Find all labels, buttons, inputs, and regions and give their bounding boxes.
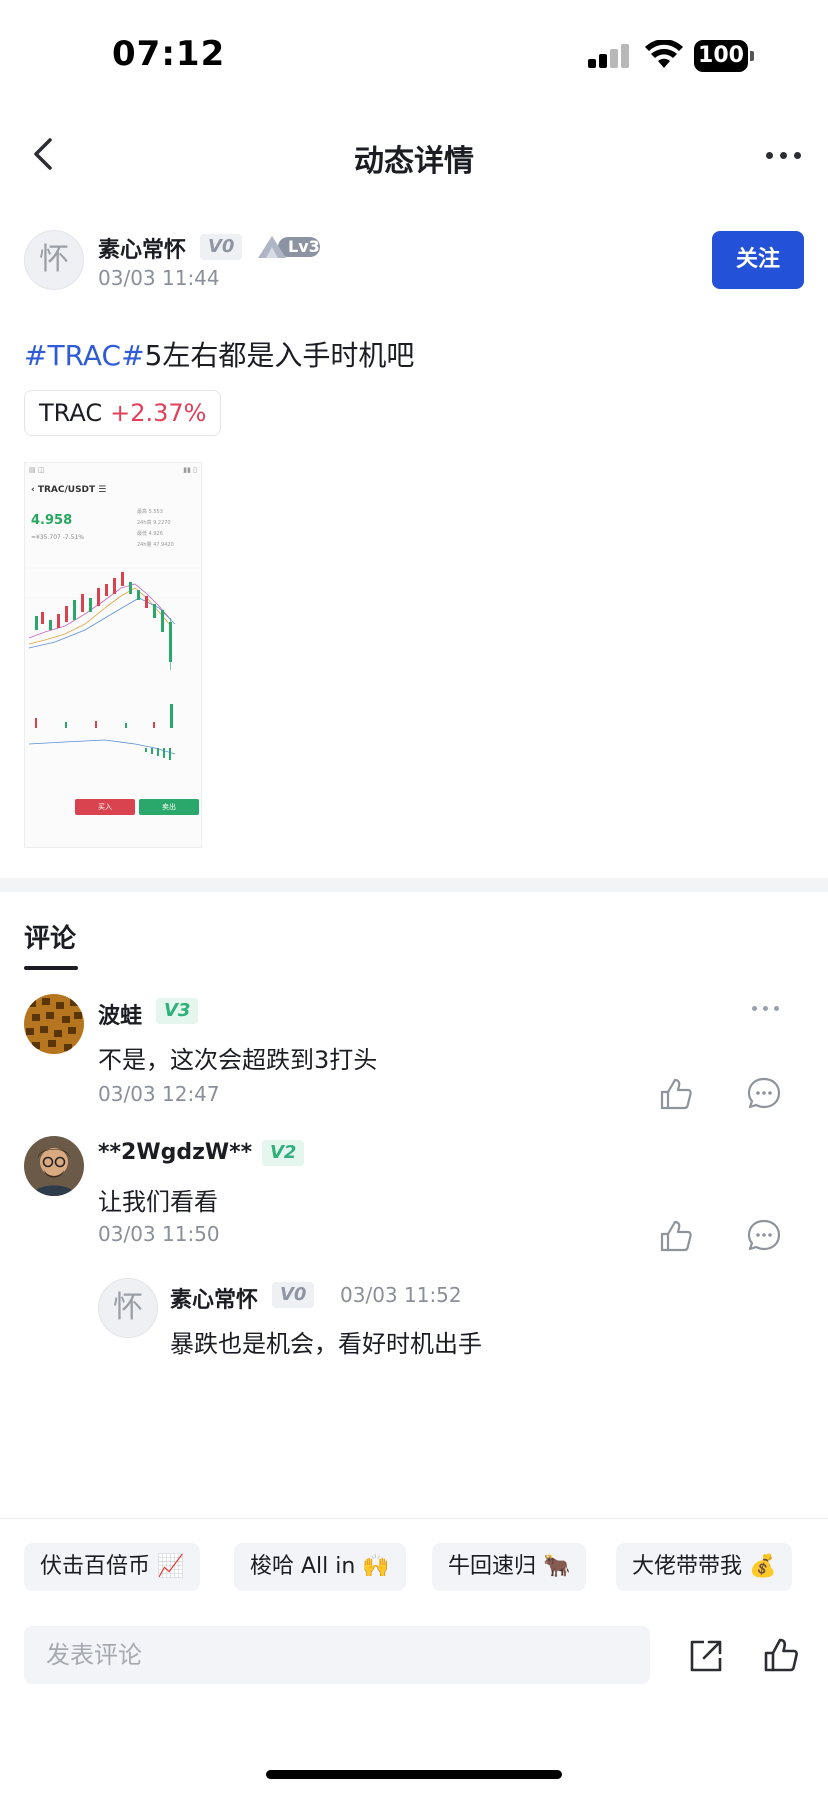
nav-bar: 动态详情 — [0, 120, 828, 192]
thumb-candlestick-chart — [25, 567, 201, 760]
thumb-candles — [35, 572, 172, 670]
reply-bubble-icon[interactable] — [746, 1218, 782, 1254]
reply-avatar[interactable]: 怀 — [98, 1278, 158, 1338]
tab-underline — [24, 966, 78, 970]
reply-vip-badge: V0 — [272, 1282, 315, 1308]
comment-text: 不是，这次会超跌到3打头 — [98, 1046, 378, 1074]
reply-text: 暴跌也是机会，看好时机出手 — [170, 1330, 482, 1358]
tab-comments[interactable]: 评论 — [24, 918, 76, 955]
battery-icon: 100 — [694, 40, 754, 72]
thumb-pair: ‹ TRAC/USDT ☰ — [31, 485, 107, 495]
follow-button[interactable]: 关注 — [712, 231, 804, 289]
quick-reply-chip[interactable]: 梭哈 All in 🙌 — [234, 1543, 406, 1591]
quick-reply-chip[interactable]: 牛回速归 🐂 — [432, 1543, 587, 1591]
thumb-status-bar: ▤ ◫ — [29, 466, 45, 474]
commenter-avatar[interactable] — [24, 994, 84, 1054]
status-bar: 07:12 100 — [0, 0, 828, 110]
comment-input[interactable] — [24, 1626, 650, 1684]
like-icon[interactable] — [762, 1636, 800, 1674]
thumb-stats: 最高 5.553 24h高 9.2270 最低 4.926 24h量 47.94… — [137, 509, 174, 548]
thumb-volume — [35, 704, 173, 728]
ticker-chip[interactable]: TRAC +2.37% — [24, 390, 222, 436]
reply-bubble-icon[interactable] — [746, 1076, 782, 1112]
section-divider — [0, 878, 828, 892]
level-label: Lv3 — [288, 237, 320, 256]
commenter-name[interactable]: **2WgdzW** — [98, 1140, 252, 1165]
post-text: #TRAC#5左右都是入手时机吧 — [24, 334, 414, 374]
cellular-signal-icon — [588, 44, 630, 68]
status-time: 07:12 — [112, 34, 226, 74]
home-indicator — [266, 1770, 562, 1779]
thumb-sub: ≈¥35.707 -7.51% — [31, 534, 84, 541]
commenter-vip-badge: V2 — [262, 1140, 305, 1166]
share-icon[interactable] — [688, 1638, 724, 1674]
comment-time: 03/03 12:47 — [98, 1082, 220, 1106]
thumb-macd — [145, 748, 171, 760]
author-name[interactable]: 素心常怀 — [98, 232, 186, 264]
comment-time: 03/03 11:50 — [98, 1222, 220, 1246]
post-time: 03/03 11:44 — [98, 266, 220, 290]
thumbs-up-icon[interactable] — [658, 1076, 694, 1112]
thumb-status-right: ▮▮ ▯ — [183, 466, 197, 474]
ticker-change: +2.37% — [110, 399, 207, 427]
author-avatar[interactable]: 怀 — [24, 230, 84, 290]
battery-level: 100 — [694, 40, 748, 72]
thumbs-up-icon[interactable] — [658, 1218, 694, 1254]
quick-reply-chip[interactable]: 大佬带带我 💰 — [616, 1543, 793, 1591]
comment-more-icon[interactable] — [752, 1006, 780, 1014]
author-vip-badge: V0 — [200, 234, 243, 260]
quick-reply-chip[interactable]: 伏击百倍币 📈 — [24, 1543, 201, 1591]
comment-text: 让我们看看 — [98, 1188, 218, 1216]
commenter-vip-badge: V3 — [156, 998, 199, 1024]
ticker-symbol: TRAC — [39, 399, 103, 427]
hashtag-link[interactable]: #TRAC# — [24, 339, 145, 372]
reply-time: 03/03 11:52 — [340, 1283, 462, 1307]
reply-name[interactable]: 素心常怀 — [170, 1282, 258, 1314]
post-image[interactable]: ▤ ◫ ▮▮ ▯ ‹ TRAC/USDT ☰ 4.958 ≈¥35.707 -7… — [24, 462, 202, 848]
thumb-price: 4.958 — [31, 513, 73, 528]
thumb-buy-button: 买入 — [75, 799, 135, 815]
post-body: 5左右都是入手时机吧 — [144, 339, 415, 372]
level-badge: Lv3 — [258, 234, 322, 260]
wifi-icon — [645, 40, 683, 68]
more-options-icon[interactable] — [766, 150, 802, 162]
commenter-name[interactable]: 波蛙 — [98, 998, 142, 1030]
thumb-sell-button: 卖出 — [139, 799, 199, 815]
page-title: 动态详情 — [354, 144, 474, 179]
commenter-avatar[interactable] — [24, 1136, 84, 1196]
quick-reply-bar: 伏击百倍币 📈 梭哈 All in 🙌 牛回速归 🐂 大佬带带我 💰 — [0, 1518, 828, 1610]
